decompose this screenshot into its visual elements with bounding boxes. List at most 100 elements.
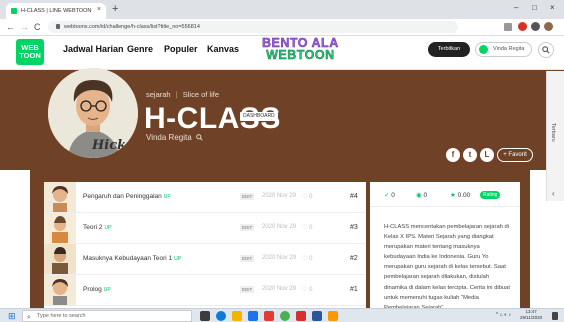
extension-dark-icon[interactable]: [531, 22, 540, 31]
new-tab-button[interactable]: +: [112, 2, 118, 16]
menu-populer[interactable]: Populer: [164, 44, 198, 54]
series-hero: Hick sejarah | Slice of life H-CLASS DAS…: [0, 68, 564, 170]
genre-label[interactable]: sejarah: [146, 90, 171, 99]
windows-start-icon[interactable]: ⊞: [8, 311, 16, 321]
episode-number: #1: [350, 286, 358, 293]
promo-banner[interactable]: BENTO ALA WEBTOON: [262, 37, 339, 62]
episode-title: Masuknya Kebudayaan Teori 1 UP: [83, 255, 181, 262]
minimize-button[interactable]: –: [514, 3, 518, 12]
dashboard-badge[interactable]: DASHBOARD: [240, 112, 278, 121]
subgenre-label[interactable]: Slice of life: [183, 90, 219, 99]
latest-side-tab[interactable]: Terbaru ‹: [546, 71, 564, 201]
chevron-left-icon[interactable]: ‹: [552, 189, 555, 198]
tab-close-icon[interactable]: ×: [97, 6, 101, 13]
address-bar-row: ← → C webtoons.com/id/challenge/h-class/…: [0, 19, 564, 36]
notification-icon[interactable]: [552, 312, 558, 320]
taskbar-clock[interactable]: 13:47 29/11/2020: [520, 309, 542, 321]
menu-genre[interactable]: Genre: [127, 44, 153, 54]
series-author[interactable]: Vinda Regita: [146, 133, 203, 142]
episode-likes: ♡ 0: [302, 193, 312, 200]
up-badge: UP: [163, 194, 171, 200]
episode-title-text: Teori 2: [83, 224, 103, 231]
app-word-icon[interactable]: [312, 311, 322, 321]
episode-date: 2020 Nov 29: [262, 255, 297, 261]
episode-row[interactable]: Teori 2 UP EDIT 2020 Nov 29 ♡ 0 #3: [44, 213, 366, 244]
user-icon: [479, 45, 488, 54]
app-powerpoint-icon[interactable]: [296, 311, 306, 321]
webtoon-logo[interactable]: WEB TOON: [16, 39, 44, 65]
window-close-button[interactable]: ×: [550, 3, 555, 12]
facebook-icon[interactable]: f: [446, 148, 460, 162]
heart-icon: ♡: [302, 256, 308, 262]
episode-thumbnail: [44, 275, 76, 305]
tab-title: H-CLASS | LINE WEBTOON: [21, 8, 92, 14]
extension-red-icon[interactable]: [518, 22, 527, 31]
episode-title-text: Pengaruh dan Peninggalan: [83, 193, 162, 200]
user-name: Vinda Regita: [493, 46, 525, 52]
menu-jadwal-harian[interactable]: Jadwal Harian: [63, 44, 124, 54]
edit-button[interactable]: EDIT: [240, 193, 255, 200]
twitter-icon[interactable]: t: [463, 148, 477, 162]
maximize-button[interactable]: □: [532, 3, 537, 12]
profile-avatar-icon[interactable]: [544, 22, 553, 31]
episode-title: Teori 2 UP: [83, 224, 111, 231]
views-stat: ◉ 0: [416, 191, 427, 199]
url-field[interactable]: webtoons.com/id/challenge/h-class/list?t…: [48, 21, 458, 33]
rating-value: 0.00: [457, 192, 471, 199]
line-share-icon[interactable]: L: [480, 148, 494, 162]
favorite-button[interactable]: + Favorit: [497, 148, 533, 162]
taskbar-search-field[interactable]: ⌕ Type here to search: [22, 310, 192, 322]
episode-list: Pengaruh dan Peninggalan UP EDIT 2020 Nov…: [44, 182, 366, 308]
subscribers-count: 0: [391, 192, 395, 199]
system-tray[interactable]: ^ ⌂ ◐ ♪: [496, 312, 511, 318]
episode-date: 2020 Nov 29: [262, 286, 297, 292]
task-view-icon[interactable]: [200, 311, 210, 321]
file-explorer-icon[interactable]: [232, 311, 242, 321]
app-red-icon[interactable]: [264, 311, 274, 321]
episode-thumbnail: [44, 213, 76, 243]
episode-art: [44, 182, 76, 212]
episode-number: #3: [350, 224, 358, 231]
series-thumbnail: Hick: [48, 68, 138, 158]
browser-tab[interactable]: H-CLASS | LINE WEBTOON ×: [6, 3, 106, 19]
edit-button[interactable]: EDIT: [240, 255, 255, 262]
chrome-icon[interactable]: [280, 311, 290, 321]
subscribers-icon: ✓: [384, 192, 390, 199]
episode-row[interactable]: Pengaruh dan Peninggalan UP EDIT 2020 Nov…: [44, 182, 366, 213]
episode-likes: ♡ 0: [302, 224, 312, 231]
edit-button[interactable]: EDIT: [240, 286, 255, 293]
forward-button[interactable]: →: [20, 21, 29, 33]
episode-date: 2020 Nov 29: [262, 224, 297, 230]
taskbar-search-icon: ⌕: [27, 314, 31, 321]
screen: H-CLASS | LINE WEBTOON × + – □ × ← → C w…: [0, 0, 564, 322]
publish-button[interactable]: Terbitkan: [428, 42, 470, 57]
content-area: Pengaruh dan Peninggalan UP EDIT 2020 Nov…: [30, 170, 530, 311]
author-name: Vinda Regita: [146, 133, 192, 142]
eye-icon: ◉: [416, 192, 422, 199]
side-tab-label: Terbaru: [550, 123, 556, 142]
episode-art: [44, 213, 76, 243]
edge-browser-icon[interactable]: [216, 311, 226, 321]
edit-button[interactable]: EDIT: [240, 224, 255, 231]
reload-button[interactable]: C: [34, 21, 41, 33]
likes-count: 0: [309, 194, 313, 200]
app-orange-icon[interactable]: [328, 311, 338, 321]
series-description: H-CLASS mencentakan pembelajaran sejarah…: [384, 224, 510, 311]
lock-icon: [56, 24, 60, 30]
episode-row[interactable]: Masuknya Kebudayaan Teori 1 UP EDIT 2020 …: [44, 244, 366, 275]
back-button[interactable]: ←: [6, 21, 15, 33]
episode-row[interactable]: Prolog UP EDIT 2020 Nov 29 ♡ 0 #1: [44, 275, 366, 306]
windows-taskbar: ⊞ ⌕ Type here to search ^ ⌂ ◐ ♪ 13:47 29…: [0, 308, 564, 322]
star-icon[interactable]: [504, 23, 512, 31]
store-icon[interactable]: [248, 311, 258, 321]
site-search-button[interactable]: [538, 42, 554, 58]
webtoon-favicon-icon: [11, 8, 17, 14]
series-info-panel: ✓ 0 ◉ 0 ★ 0.00 Rating H-CLASS mencentaka…: [370, 182, 520, 311]
rating-button[interactable]: Rating: [480, 191, 501, 199]
series-genres: sejarah | Slice of life: [146, 90, 219, 99]
menu-kanvas[interactable]: Kanvas: [207, 44, 239, 54]
user-menu-button[interactable]: Vinda Regita: [475, 42, 532, 57]
episode-thumbnail: [44, 244, 76, 274]
up-badge: UP: [174, 256, 182, 262]
up-badge: UP: [104, 225, 112, 231]
